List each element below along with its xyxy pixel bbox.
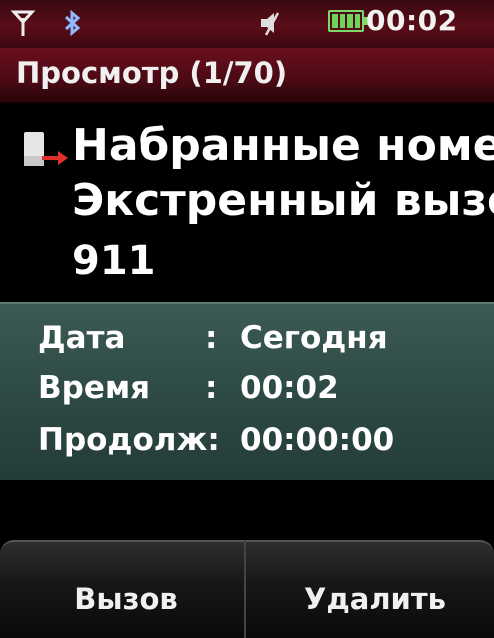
duration-value: 00:00:00 (240, 422, 395, 458)
date-value: Сегодня (240, 320, 388, 356)
softkey-bar: Вызов Удалить (0, 540, 494, 638)
title-bar: Просмотр (1/70) (0, 48, 494, 103)
call-button-label: Вызов (74, 582, 178, 616)
call-details-panel: Дата : Сегодня Время : 00:02 Продолж: 00… (0, 302, 494, 480)
phone-number: 911 (72, 238, 156, 284)
mute-icon (261, 12, 280, 36)
delete-button[interactable]: Удалить (246, 540, 494, 638)
time-value: 00:02 (240, 370, 339, 406)
duration-row: Продолж: 00:00:00 (0, 422, 494, 472)
call-log-detail-screen: 00:02 Просмотр (1/70) Набранные номер Эк… (0, 0, 494, 638)
battery-icon (328, 10, 368, 32)
page-title: Просмотр (1/70) (16, 56, 288, 90)
date-colon: : (205, 320, 218, 356)
call-button[interactable]: Вызов (0, 540, 246, 638)
call-type-label: Набранные номер (72, 120, 494, 171)
signal-icon (10, 10, 36, 36)
date-row: Дата : Сегодня (0, 320, 494, 370)
duration-label: Продолж: (38, 422, 220, 458)
date-label: Дата (38, 320, 126, 356)
outgoing-call-icon (24, 132, 68, 166)
time-colon: : (205, 370, 218, 406)
contact-name: Экстренный вызо (72, 175, 494, 226)
delete-button-label: Удалить (303, 582, 447, 616)
bluetooth-icon (64, 10, 81, 36)
time-row: Время : 00:02 (0, 370, 494, 420)
status-clock: 00:02 (366, 4, 458, 37)
time-label: Время (38, 370, 151, 406)
status-bar: 00:02 (0, 0, 494, 48)
